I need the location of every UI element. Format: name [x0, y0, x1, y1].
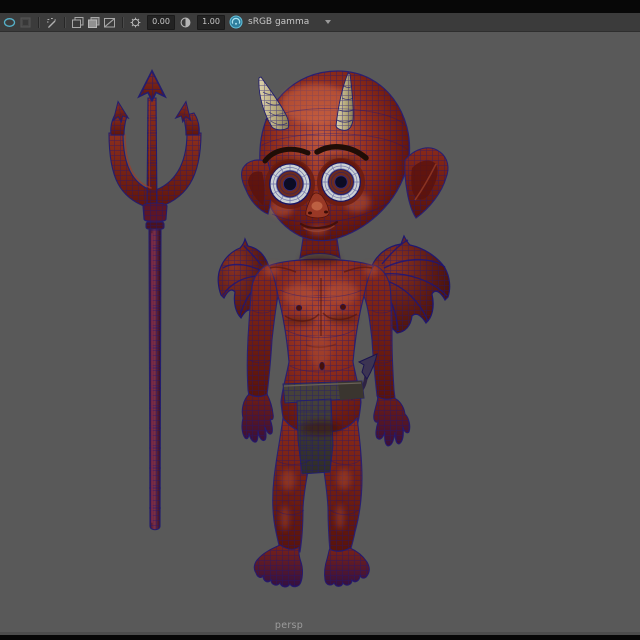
window-bottom-strip — [0, 635, 640, 640]
color-management-icon — [229, 15, 242, 29]
view-transform-label[interactable]: sRGB gamma — [248, 17, 309, 27]
frame-stack-filled-icon — [88, 16, 100, 28]
shaded-mode-icon — [20, 17, 31, 27]
shaded-mode-button[interactable] — [18, 15, 33, 30]
toolbar-separator — [64, 16, 66, 28]
image-plane-icon — [104, 17, 115, 27]
wireframe-overlay — [373, 396, 410, 446]
wireframe-overlay — [241, 394, 274, 443]
isolate-select-icon — [3, 17, 16, 27]
camera-name-label[interactable]: persp — [0, 620, 578, 631]
nipple-left — [295, 304, 303, 312]
devil-right-eye — [317, 158, 365, 206]
gamma-button[interactable] — [178, 15, 193, 30]
frame-stack-icon — [72, 16, 84, 28]
devil-character-model[interactable] — [217, 70, 451, 588]
gamma-icon — [180, 17, 191, 27]
toolbar-separator — [38, 16, 40, 28]
grease-pencil-button[interactable] — [44, 15, 59, 30]
gamma-field[interactable]: 1.00 — [197, 14, 225, 30]
wireframe-overlay — [143, 203, 167, 222]
wireframe-overlay — [254, 545, 303, 587]
window-top-strip — [0, 0, 640, 13]
exposure-icon — [130, 17, 141, 27]
viewport-toolbar: 0.00 1.00 sRGB gamma — [0, 13, 640, 32]
navel — [319, 361, 325, 371]
toolbar-separator — [122, 16, 124, 28]
exposure-button[interactable] — [128, 15, 143, 30]
wireframe-overlay — [324, 548, 370, 587]
isolate-select-button[interactable] — [2, 15, 17, 30]
wireframe-overlay — [297, 399, 333, 474]
exposure-field[interactable]: 0.00 — [147, 14, 175, 30]
chevron-down-icon[interactable] — [325, 20, 332, 24]
devil-left-eye — [265, 159, 315, 209]
color-management-button[interactable] — [228, 15, 243, 30]
wireframe-overlay — [149, 229, 161, 530]
wireframe-overlay — [147, 98, 157, 206]
grease-pencil-icon — [47, 17, 56, 28]
nipple-right — [339, 303, 347, 311]
image-plane-button[interactable] — [102, 15, 117, 30]
wireframe-overlay — [138, 70, 166, 101]
maya-viewport-window: 0.00 1.00 sRGB gamma persp — [0, 0, 640, 640]
frame-stack-button[interactable] — [70, 15, 85, 30]
viewport-canvas[interactable] — [0, 0, 640, 640]
frame-stack-filled-button[interactable] — [86, 15, 101, 30]
wireframe-overlay — [146, 222, 164, 229]
trident-model[interactable] — [108, 69, 202, 531]
